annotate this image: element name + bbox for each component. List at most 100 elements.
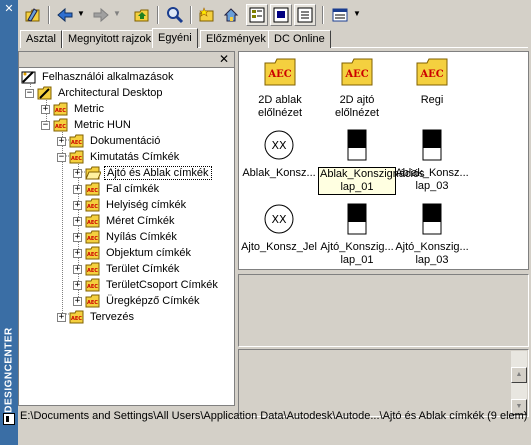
tree-node[interactable]: + AEC TerületCsoport Címkék [73, 277, 220, 293]
expand-icon[interactable]: + [57, 312, 66, 322]
content-area: AEC 2D ablak előlnézet AEC 2D ajtó előln… [238, 51, 529, 270]
svg-text:AEC: AEC [87, 268, 98, 274]
content-item[interactable]: Ajtó_Konszig... lap_03 [392, 202, 472, 267]
tree-node[interactable]: + AEC Fal címkék [73, 181, 161, 197]
expand-icon[interactable]: + [73, 216, 82, 226]
tree-toggle-icon[interactable] [246, 4, 268, 26]
tree-node[interactable]: − AEC Kimutatás Címkék [57, 149, 181, 165]
tab-elozmenyek[interactable]: Előzmények [200, 30, 272, 48]
favorites-icon[interactable] [196, 4, 218, 26]
tree-node[interactable]: + AEC Méret Címkék [73, 213, 176, 229]
aec-folder-icon: AEC [69, 310, 84, 324]
collapse-icon[interactable]: − [57, 152, 66, 162]
folder-tree-panel: ✕ Felhasználói alkalmazások − Architectu… [18, 51, 235, 406]
schedule-block-icon [347, 203, 367, 235]
views-dropdown-icon[interactable]: ▼ [353, 10, 361, 18]
up-icon[interactable] [131, 4, 153, 26]
tree-close-icon[interactable]: ✕ [218, 53, 230, 65]
expand-icon[interactable]: + [73, 280, 82, 290]
tag-circle-icon: XX [264, 204, 294, 234]
expand-icon[interactable]: + [41, 104, 50, 114]
load-icon[interactable] [22, 4, 44, 26]
description-icon[interactable] [294, 4, 316, 26]
tree-node[interactable]: − Architectural Desktop [25, 85, 165, 101]
schedule-block-icon [347, 129, 367, 161]
expand-icon[interactable]: + [73, 168, 82, 178]
expand-icon[interactable]: + [57, 136, 66, 146]
tab-dc-online[interactable]: DC Online [268, 30, 331, 48]
tree-node[interactable]: + AEC Metric [41, 101, 106, 117]
tree-node[interactable]: + AEC Tervezés [57, 309, 136, 325]
svg-text:AEC: AEC [71, 156, 82, 162]
palette-properties-icon[interactable] [3, 413, 15, 425]
aec-folder-icon: AEC [416, 58, 448, 86]
preview-icon[interactable] [270, 4, 292, 26]
forward-dropdown-icon[interactable]: ▼ [113, 10, 121, 18]
content-item[interactable]: XX Ajto_Konsz_Jel [239, 202, 319, 254]
tree-node[interactable]: + AEC Helyiség címkék [73, 197, 188, 213]
aec-folder-icon: AEC [85, 214, 100, 228]
schedule-block-icon [422, 203, 442, 235]
back-icon[interactable] [54, 4, 76, 26]
search-icon[interactable] [164, 4, 186, 26]
scroll-up-icon[interactable]: ▲ [511, 367, 527, 383]
expand-icon[interactable]: + [73, 248, 82, 258]
expand-icon[interactable]: + [73, 200, 82, 210]
content-item-hovered[interactable]: Ablak_Konszignációs lap_01 [317, 128, 425, 195]
aec-folder-icon: AEC [53, 118, 68, 132]
aec-folder-icon: AEC [85, 182, 100, 196]
svg-text:AEC: AEC [419, 69, 443, 80]
collapse-icon[interactable]: − [25, 88, 34, 98]
svg-text:AEC: AEC [71, 140, 82, 146]
preview-pane [238, 274, 529, 347]
aec-folder-icon: AEC [69, 134, 84, 148]
collapse-icon[interactable]: − [41, 120, 50, 130]
aec-folder-icon: AEC [341, 58, 373, 86]
expand-icon[interactable]: + [73, 296, 82, 306]
svg-text:AEC: AEC [87, 284, 98, 290]
status-bar-path: E:\Documents and Settings\All Users\Appl… [20, 410, 528, 422]
svg-text:AEC: AEC [87, 220, 98, 226]
tab-egyeni[interactable]: Egyéni [152, 28, 198, 48]
toolbar: ▼ ▼ ▼ [18, 2, 531, 28]
tag-circle-icon: XX [264, 130, 294, 160]
tree-node[interactable]: + AEC Üregképző Címkék [73, 293, 202, 309]
home-icon[interactable] [220, 4, 242, 26]
tree-node-selected[interactable]: + Ajtó és Ablak címkék [73, 165, 212, 181]
back-dropdown-icon[interactable]: ▼ [77, 10, 85, 18]
content-item[interactable]: XX Ablak_Konsz... [239, 128, 319, 180]
tree-header: ✕ [19, 52, 234, 68]
content-item[interactable]: AEC 2D ajtó előlnézet [317, 55, 397, 120]
tree-node[interactable]: − AEC Metric HUN [41, 117, 133, 133]
schedule-block-icon [422, 129, 442, 161]
expand-icon[interactable]: + [73, 264, 82, 274]
tree-node[interactable]: Felhasználói alkalmazások [21, 69, 175, 85]
expand-icon[interactable]: + [73, 232, 82, 242]
forward-icon[interactable] [90, 4, 112, 26]
content-item[interactable]: Ablak_Konsz... lap_03 [392, 128, 472, 193]
desktop-folder-icon [21, 71, 36, 84]
svg-text:AEC: AEC [87, 300, 98, 306]
svg-text:AEC: AEC [267, 69, 291, 80]
aec-folder-icon: AEC [85, 262, 100, 276]
aec-folder-icon: AEC [264, 58, 296, 86]
tree-node[interactable]: + AEC Nyílás Címkék [73, 229, 179, 245]
tree-node[interactable]: + AEC Objektum címkék [73, 245, 193, 261]
tab-megnyitott-rajzok[interactable]: Megnyitott rajzok [62, 30, 158, 48]
tree-node[interactable]: + AEC Dokumentáció [57, 133, 162, 149]
description-scrollbar[interactable]: ▲ ▼ [511, 351, 527, 415]
expand-icon[interactable]: + [73, 184, 82, 194]
folder-tree[interactable]: Felhasználói alkalmazások − Architectura… [19, 68, 234, 405]
svg-text:AEC: AEC [344, 69, 368, 80]
views-icon[interactable] [329, 4, 351, 26]
content-item[interactable]: Ajtó_Konszig... lap_01 [317, 202, 397, 267]
svg-text:AEC: AEC [87, 204, 98, 210]
palette-title-strip[interactable]: ✕ DESIGNCENTER [0, 0, 18, 445]
svg-text:AEC: AEC [87, 236, 98, 242]
svg-text:AEC: AEC [55, 108, 66, 114]
content-item[interactable]: AEC 2D ablak előlnézet [240, 55, 320, 120]
content-item[interactable]: AEC Regi [392, 55, 472, 107]
tree-node[interactable]: + AEC Terület Címkék [73, 261, 181, 277]
tab-asztal[interactable]: Asztal [20, 30, 62, 48]
svg-text:XX: XX [271, 139, 287, 152]
